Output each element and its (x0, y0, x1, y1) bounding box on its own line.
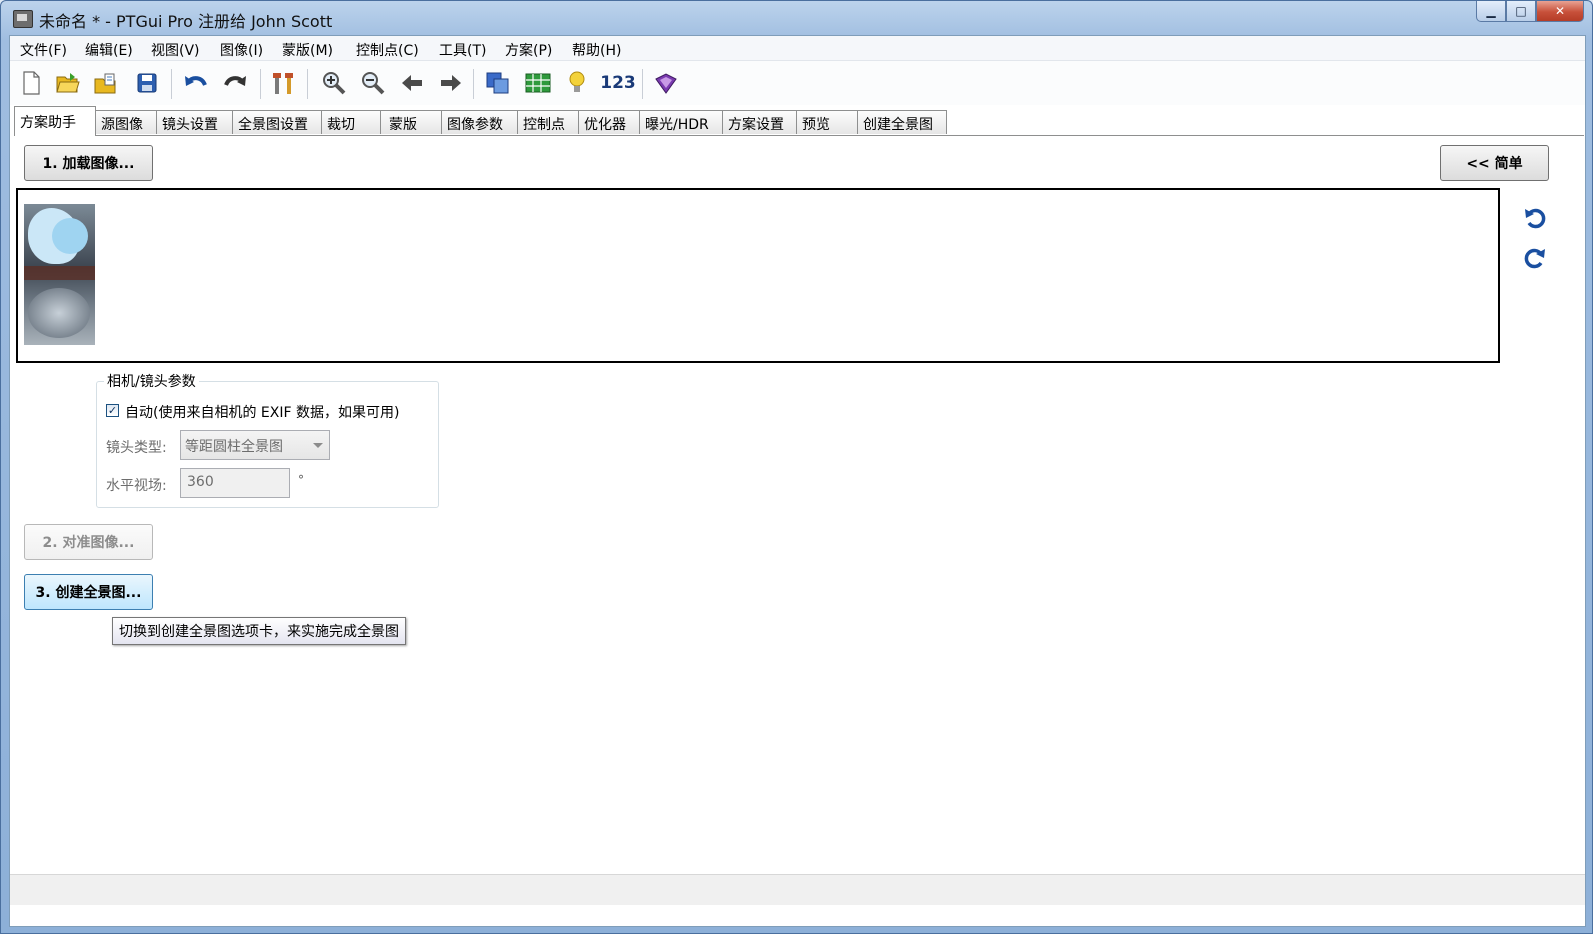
table-icon[interactable] (525, 70, 551, 96)
toolbar-separator (473, 69, 474, 99)
auto-exif-checkbox[interactable]: ✓ (106, 404, 119, 417)
help-book-icon[interactable] (652, 70, 678, 96)
toolbar-separator (260, 69, 261, 99)
menu-file[interactable]: 文件(F) (20, 40, 67, 60)
close-button[interactable]: ✕ (1536, 1, 1584, 22)
forward-arrow-icon[interactable] (438, 70, 464, 96)
back-arrow-icon[interactable] (399, 70, 425, 96)
tab-mask[interactable]: 蒙版 (380, 110, 442, 134)
title-bar[interactable]: 未命名 * - PTGui Pro 注册给 John Scott ▁ □ ✕ (1, 1, 1593, 35)
menu-project[interactable]: 方案(P) (505, 40, 552, 60)
toolbar: 123 (10, 61, 1585, 105)
tab-bar: 方案助手 源图像 镜头设置 全景图设置 裁切 蒙版 图像参数 控制点 优化器 曝… (14, 106, 1584, 136)
window-controls: ▁ □ ✕ (1476, 1, 1584, 22)
toolbar-separator (642, 69, 643, 99)
tools-icon[interactable] (270, 70, 296, 96)
tab-preview[interactable]: 预览 (796, 110, 858, 134)
create-panorama-tooltip: 切换到创建全景图选项卡，来实施完成全景图 (112, 617, 406, 645)
auto-exif-label[interactable]: 自动(使用来自相机的 EXIF 数据，如果可用) (125, 402, 399, 422)
maximize-button[interactable]: □ (1506, 1, 1536, 22)
tab-project-assistant[interactable]: 方案助手 (14, 106, 96, 136)
client-area: 文件(F) 编辑(E) 视图(V) 图像(I) 蒙版(M) 控制点(C) 工具(… (9, 35, 1586, 927)
toolbar-separator (307, 69, 308, 99)
menu-tools[interactable]: 工具(T) (439, 40, 486, 60)
menu-image[interactable]: 图像(I) (220, 40, 263, 60)
tab-crop[interactable]: 裁切 (321, 110, 381, 134)
align-images-button[interactable]: 2. 对准图像... (24, 524, 153, 560)
maximize-icon: □ (1515, 4, 1527, 18)
tab-exposure-hdr[interactable]: 曝光/HDR (639, 110, 723, 134)
status-bar (10, 874, 1585, 905)
simple-mode-button[interactable]: << 简单 (1440, 145, 1549, 181)
panorama-editor-icon[interactable] (485, 70, 511, 96)
lens-type-select[interactable]: 等距圆柱全景图 (180, 430, 330, 460)
numbering-icon[interactable]: 123 (600, 70, 636, 96)
rotate-left-icon[interactable] (1523, 206, 1547, 230)
open-recent-icon[interactable] (93, 70, 119, 96)
image-thumbnail-strip[interactable] (16, 188, 1500, 363)
menu-mask[interactable]: 蒙版(M) (282, 40, 333, 60)
window-title: 未命名 * - PTGui Pro 注册给 John Scott (39, 12, 333, 31)
create-panorama-button[interactable]: 3. 创建全景图... (24, 574, 153, 610)
tab-optimizer[interactable]: 优化器 (578, 110, 640, 134)
tab-project-settings[interactable]: 方案设置 (722, 110, 797, 134)
chevron-down-icon (313, 443, 323, 448)
menu-view[interactable]: 视图(V) (151, 40, 200, 60)
hfov-label: 水平视场: (106, 478, 167, 494)
toolbar-separator (171, 69, 172, 99)
redo-icon[interactable] (222, 70, 248, 96)
new-file-icon[interactable] (18, 70, 44, 96)
tab-lens-settings[interactable]: 镜头设置 (156, 110, 233, 134)
open-folder-icon[interactable] (55, 70, 81, 96)
undo-icon[interactable] (183, 70, 209, 96)
hfov-field[interactable]: 360 (180, 468, 290, 498)
minimize-button[interactable]: ▁ (1476, 1, 1506, 22)
close-icon: ✕ (1554, 4, 1566, 18)
load-images-button[interactable]: 1. 加载图像... (24, 145, 153, 181)
menu-bar: 文件(F) 编辑(E) 视图(V) 图像(I) 蒙版(M) 控制点(C) 工具(… (10, 36, 1585, 61)
minimize-icon: ▁ (1486, 4, 1496, 18)
app-icon[interactable] (13, 10, 33, 28)
degree-unit: ° (298, 473, 304, 487)
image-thumbnail[interactable] (24, 204, 95, 345)
zoom-in-icon[interactable] (321, 70, 347, 96)
menu-edit[interactable]: 编辑(E) (85, 40, 133, 60)
rotate-right-icon[interactable] (1523, 246, 1547, 270)
application-window: 未命名 * - PTGui Pro 注册给 John Scott ▁ □ ✕ 文… (0, 0, 1593, 934)
lens-type-label: 镜头类型: (106, 440, 167, 456)
tab-panorama-settings[interactable]: 全景图设置 (232, 110, 322, 134)
camera-lens-group-title: 相机/镜头参数 (104, 371, 199, 391)
lens-type-value: 等距圆柱全景图 (185, 439, 283, 455)
menu-control-points[interactable]: 控制点(C) (356, 40, 419, 60)
menu-help[interactable]: 帮助(H) (572, 40, 621, 60)
save-icon[interactable] (134, 70, 160, 96)
tab-control-points[interactable]: 控制点 (517, 110, 579, 134)
lightbulb-icon[interactable] (564, 70, 590, 96)
zoom-out-icon[interactable] (360, 70, 386, 96)
tab-baseline (14, 135, 1584, 136)
tab-image-parameters[interactable]: 图像参数 (441, 110, 518, 134)
tab-source-images[interactable]: 源图像 (95, 110, 157, 134)
tab-create-panorama[interactable]: 创建全景图 (857, 110, 947, 134)
